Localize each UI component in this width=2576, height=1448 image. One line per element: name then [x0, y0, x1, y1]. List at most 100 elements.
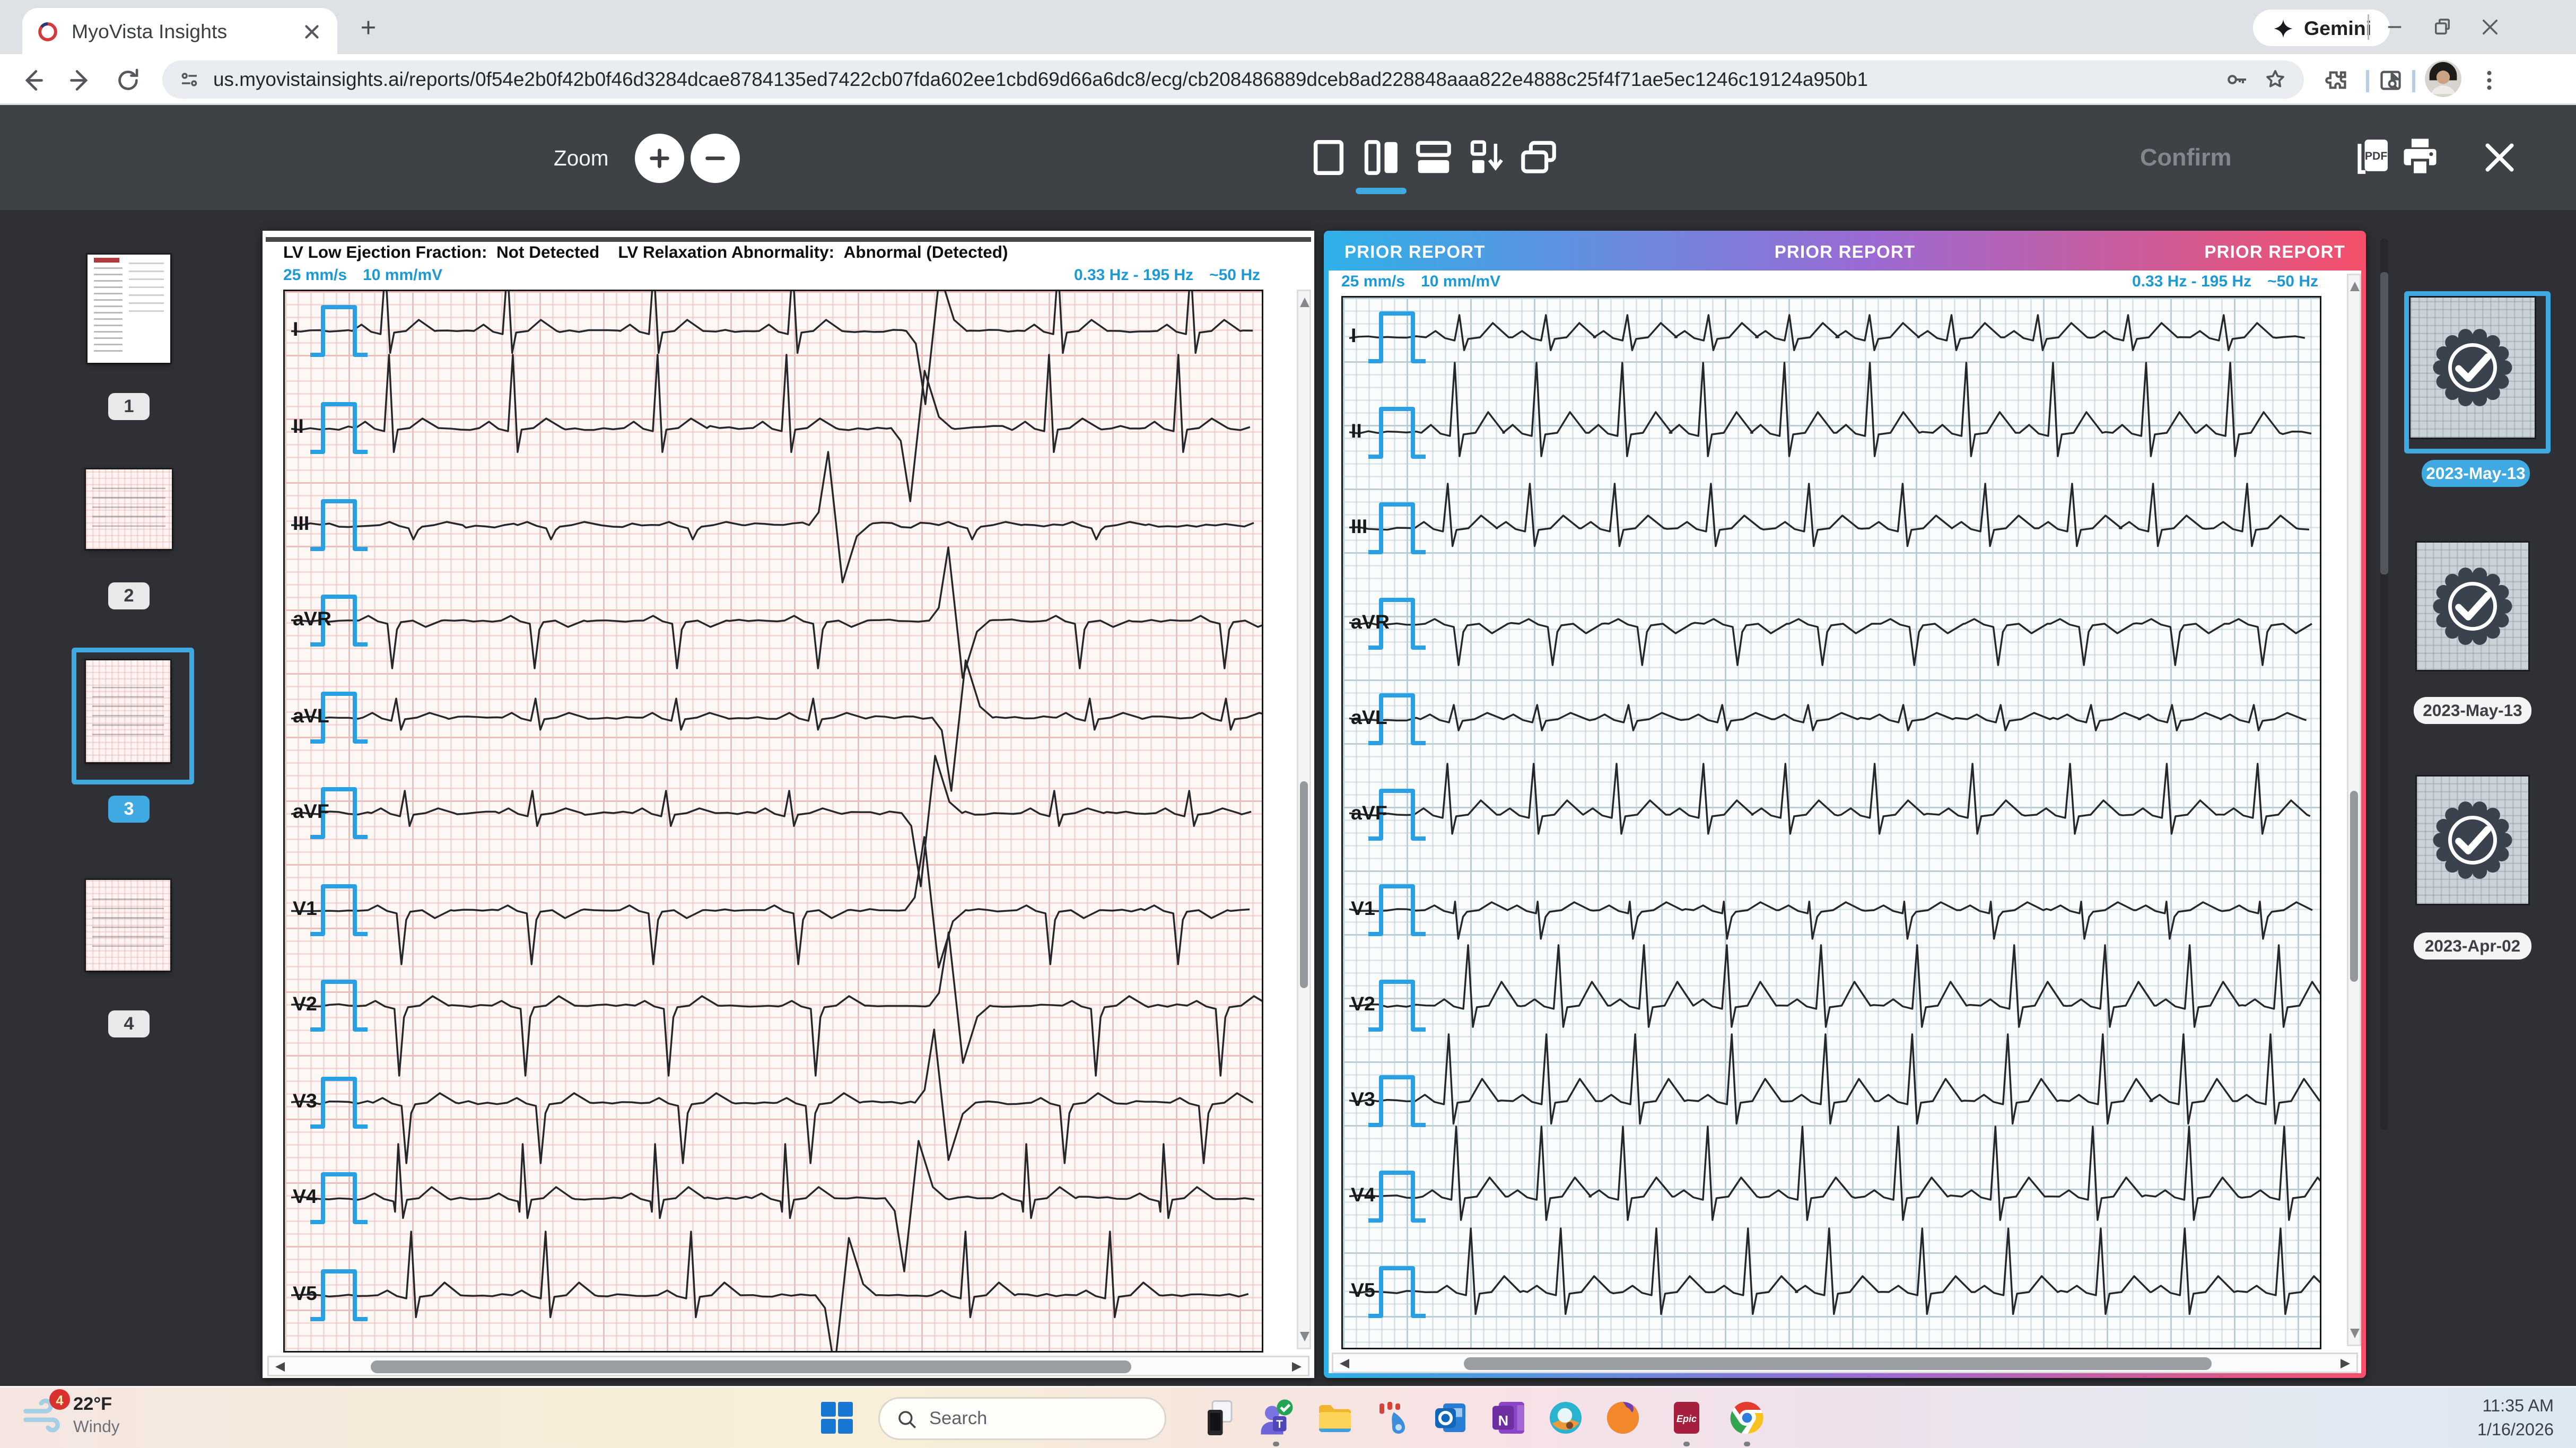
lead-label-II: II [293, 415, 304, 438]
prior-report-banner: PRIOR REPORT PRIOR REPORT PRIOR REPORT [1329, 235, 2361, 271]
profile-avatar[interactable] [2425, 60, 2461, 97]
layout-stacked-rows-icon[interactable] [1413, 137, 1454, 178]
page-badge-2[interactable]: 2 [108, 582, 150, 609]
vertical-scrollbar-prior[interactable] [2347, 274, 2361, 1346]
gemini-button[interactable]: Gemini [2253, 10, 2390, 46]
lead-label-V4: V4 [293, 1185, 317, 1208]
print-button[interactable] [2396, 134, 2444, 181]
lead-label-V2: V2 [293, 993, 317, 1015]
weather-widget[interactable]: 4 22°F Windy [22, 1394, 120, 1438]
extensions-puzzle-icon[interactable] [2323, 67, 2350, 94]
lead-label-I: I [1351, 325, 1356, 347]
url-bar[interactable]: us.myovistainsights.ai/reports/0f54e2b0f… [162, 60, 2304, 99]
page-badge-4[interactable]: 4 [108, 1010, 150, 1037]
lead-label-V5: V5 [293, 1283, 317, 1305]
page-badge-3[interactable]: 3 [108, 796, 150, 823]
wind-icon: 4 [22, 1394, 64, 1435]
history-date-chip-2[interactable]: 2023-May-13 [2414, 697, 2531, 724]
date-label: 1/16/2026 [2477, 1419, 2554, 1442]
zoom-in-button[interactable] [635, 134, 684, 183]
taskbar-app-teams[interactable]: T [1257, 1399, 1295, 1437]
tab-title: MyoVista Insights [72, 20, 301, 42]
screen: MyoVista Insights + Gemini [0, 0, 2576, 1448]
confirm-button[interactable]: Confirm [2140, 105, 2232, 210]
new-tab-button[interactable]: + [353, 13, 383, 43]
history-thumbnail-1[interactable] [2411, 298, 2535, 438]
browser-tab[interactable]: MyoVista Insights [22, 8, 337, 54]
layout-two-column-icon[interactable] [1360, 137, 1402, 178]
history-thumbnail-2[interactable] [2417, 543, 2528, 670]
taskbar: 4 22°F Windy Search T N Epic 11:35 AM 1/16… [0, 1386, 2576, 1448]
prior-report-page[interactable]: PRIOR REPORT PRIOR REPORT PRIOR REPORT 2… [1324, 231, 2366, 1378]
browser-toolbar: us.myovistainsights.ai/reports/0f54e2b0f… [0, 54, 2576, 105]
url-text: us.myovistainsights.ai/reports/0f54e2b0f… [213, 68, 2212, 91]
page-thumbnail-3[interactable] [86, 660, 170, 762]
alert-badge: 4 [49, 1389, 70, 1410]
bookmark-star-icon[interactable] [2263, 67, 2288, 92]
prior-calibration-row: 25 mm/s10 mm/mV 0.33 Hz - 195 Hz~50 Hz [1341, 274, 2318, 291]
export-pdf-button[interactable]: PDF [2348, 134, 2396, 181]
page-thumbnail-4[interactable] [86, 880, 170, 971]
horizontal-scrollbar-current[interactable] [267, 1356, 1309, 1376]
lead-label-aVR: aVR [293, 608, 331, 630]
toolbar-divider [2366, 70, 2369, 92]
lead-label-I: I [293, 318, 298, 341]
vertical-scrollbar-current[interactable] [1297, 290, 1311, 1349]
lead-label-III: III [1351, 516, 1367, 538]
browser-menu-icon[interactable] [2476, 67, 2503, 94]
taskbar-app-firefox[interactable] [1604, 1399, 1642, 1437]
myovista-favicon [37, 20, 59, 42]
window-restore-button[interactable] [2425, 11, 2460, 43]
horizontal-scrollbar-prior[interactable] [1332, 1353, 2358, 1373]
taskbar-clock[interactable]: 11:35 AM 1/16/2026 [2477, 1395, 2554, 1442]
reload-button[interactable] [115, 67, 142, 94]
history-date-chip-1[interactable]: 2023-May-13 [2422, 460, 2530, 487]
taskbar-app-chrome[interactable] [1728, 1399, 1766, 1437]
window-close-button[interactable] [2473, 11, 2508, 43]
zoom-label: Zoom [554, 105, 609, 210]
taskbar-app-paint[interactable] [1547, 1399, 1585, 1437]
taskbar-app-file-explorer[interactable] [1316, 1399, 1354, 1437]
history-date-chip-3[interactable]: 2023-Apr-02 [2414, 932, 2531, 959]
page-thumbnail-1[interactable] [88, 255, 170, 363]
taskbar-app-epic[interactable]: Epic [1667, 1399, 1706, 1437]
lead-label-aVL: aVL [293, 705, 329, 727]
password-key-icon[interactable] [2224, 67, 2250, 92]
taskbar-app-display[interactable] [1200, 1399, 1238, 1437]
thumb-logo [94, 258, 119, 262]
taskbar-search[interactable]: Search [878, 1397, 1166, 1440]
close-viewer-button[interactable] [2479, 137, 2520, 178]
lead-label-V3: V3 [293, 1090, 317, 1112]
history-thumbnail-3[interactable] [2417, 777, 2528, 904]
layout-single-page-icon[interactable] [1308, 137, 1349, 178]
calibration-row: 25 mm/s10 mm/mV 0.33 Hz - 195 Hz~50 Hz [283, 267, 1260, 285]
site-settings-icon[interactable] [178, 68, 200, 91]
taskbar-app-snipping-tool[interactable] [1375, 1399, 1413, 1437]
lead-label-II: II [1351, 420, 1362, 442]
back-button[interactable] [19, 67, 46, 94]
lead-label-V1: V1 [293, 897, 317, 920]
thumb-text-right [129, 263, 163, 312]
gemini-star-icon [2272, 17, 2294, 39]
page-gap-line [266, 237, 1311, 241]
current-report-page[interactable]: LV Low Ejection Fraction: Not Detected L… [263, 231, 1314, 1378]
forward-button[interactable] [67, 67, 94, 94]
layout-overlay-pages-icon[interactable] [1518, 137, 1559, 178]
taskbar-app-outlook[interactable] [1432, 1399, 1470, 1437]
search-placeholder: Search [929, 1409, 987, 1428]
history-scrollbar-thumb[interactable] [2380, 272, 2388, 574]
layout-scroll-sequence-icon[interactable] [1465, 137, 1507, 178]
page-thumbnail-2[interactable] [86, 469, 172, 549]
zoom-out-button[interactable] [691, 134, 740, 183]
lead-label-V3: V3 [1351, 1088, 1375, 1111]
finding2-value: Abnormal (Detected) [844, 243, 1008, 263]
taskbar-app-onenote[interactable]: N [1489, 1399, 1527, 1437]
tab-close-icon[interactable] [301, 20, 323, 42]
start-button[interactable] [818, 1399, 856, 1437]
window-minimize-button[interactable] [2377, 11, 2412, 43]
lead-label-V2: V2 [1351, 993, 1375, 1015]
confirmed-seal-icon [2430, 325, 2516, 411]
page-badge-1[interactable]: 1 [108, 393, 150, 420]
lead-label-V1: V1 [1351, 897, 1375, 920]
side-panel-search-icon[interactable] [2377, 67, 2404, 94]
